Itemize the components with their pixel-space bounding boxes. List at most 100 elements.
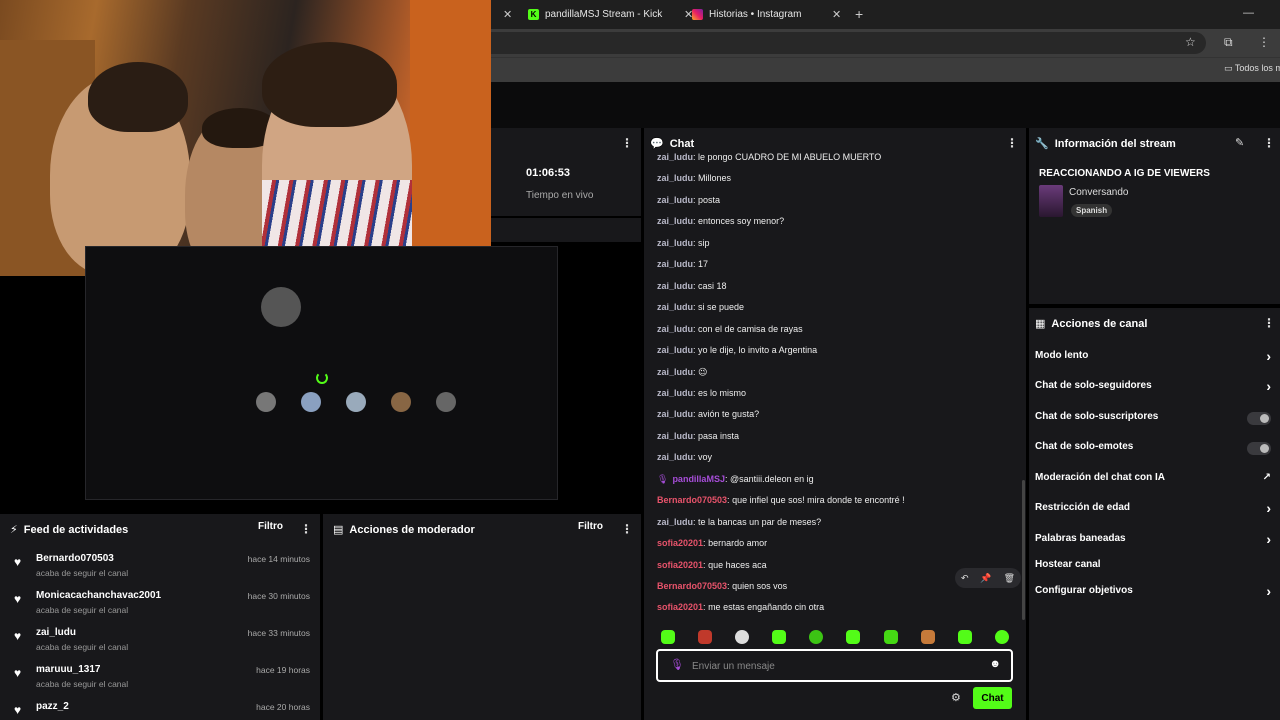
stream-category[interactable]: Conversando [1069,187,1128,198]
emote-icon[interactable] [995,630,1009,644]
chat-username[interactable]: zai_ludu [657,281,693,291]
chat-message: zai_ludu: avión te gusta? [657,409,759,419]
bookmark-star-icon[interactable]: ☆ [1185,35,1196,49]
action-host-channel[interactable]: Hostear canal [1035,559,1275,577]
minimize-icon[interactable]: — [1243,7,1254,19]
chat-message: zai_ludu: pasa insta [657,431,739,441]
chat-username[interactable]: zai_ludu [657,409,693,419]
emote-icon[interactable] [921,630,935,644]
chat-message-list[interactable]: zai_ludu: le pongo CUADRO DE MI ABUELO M… [657,152,1017,616]
chat-username[interactable]: zai_ludu [657,152,693,162]
more-options-icon[interactable]: ⋮ [621,522,633,536]
emote-icon[interactable] [958,630,972,644]
chat-text: 17 [698,259,709,270]
chat-username[interactable]: sofia20201 [657,602,703,612]
feed-item: ♥ zai_ludu acaba de seguir el canal hace… [14,627,314,661]
chat-username[interactable]: zai_ludu [657,195,693,205]
activity-feed-panel: ⚡ Feed de actividades Filtro ⋮ ♥ Bernard… [0,514,320,720]
feed-user[interactable]: Bernardo070503 [36,553,114,564]
chat-username[interactable]: zai_ludu [657,345,693,355]
feed-user[interactable]: Monicacachanchavac2001 [36,590,161,601]
more-options-icon[interactable]: ⋮ [1263,316,1275,330]
chat-username[interactable]: pandillaMSJ [672,474,725,484]
chat-input-box[interactable]: 🎙 ☻ [656,649,1013,682]
extensions-icon[interactable]: ⧉ [1224,35,1233,50]
emote-icon[interactable] [735,630,749,644]
chat-username[interactable]: zai_ludu [657,367,693,377]
chat-text: te la bancas un par de meses? [698,516,822,527]
close-tab-icon[interactable]: ✕ [503,8,512,21]
bookmarks-folder[interactable]: ▭ Todos los m [1224,63,1280,74]
chat-username[interactable]: Bernardo070503 [657,495,727,505]
tab-kick-dashboard[interactable]: K pandillaMSJ Stream - Kick Dash [528,0,688,29]
chat-username[interactable]: Bernardo070503 [657,581,727,591]
close-tab-icon[interactable]: ✕ [832,8,841,21]
menu-icon[interactable]: ⋮ [1258,35,1270,49]
chat-username[interactable]: zai_ludu [657,431,693,441]
emote-icon[interactable] [809,630,823,644]
external-link-icon: ↗ [1262,472,1271,483]
chat-username[interactable]: sofia20201 [657,560,703,570]
channel-actions-header: ▦ Acciones de canal [1035,317,1147,331]
delete-icon[interactable]: 🗑 [1004,573,1015,584]
chat-send-button[interactable]: Chat [973,687,1012,709]
chat-username[interactable]: zai_ludu [657,259,693,269]
chat-scrollbar[interactable] [1022,480,1025,620]
mod-actions-title: Acciones de moderador [349,523,475,536]
action-ai-moderation[interactable]: Moderación del chat con IA ↗ [1035,472,1275,490]
chat-text: avión te gusta? [698,409,760,420]
emote-icon[interactable] [661,630,675,644]
stream-info-header: 🔧 Información del stream [1035,137,1176,151]
chat-username[interactable]: zai_ludu [657,238,693,248]
orange-wall [410,0,491,276]
chat-username[interactable]: sofia20201 [657,538,703,548]
chat-message: zai_ludu: voy [657,452,712,462]
preview-story [391,392,411,412]
message-actions: ↶ 📌 🗑 [955,568,1021,588]
activity-filter-button[interactable]: Filtro [258,521,283,532]
action-label: Palabras baneadas [1035,533,1126,544]
action-slow-mode[interactable]: Modo lento › [1035,348,1275,368]
chat-message-input[interactable] [692,658,972,674]
tab-instagram[interactable]: Historias • Instagram [692,0,842,29]
chat-message: zai_ludu: sip [657,238,710,248]
chat-username[interactable]: zai_ludu [657,517,693,527]
pin-icon[interactable]: 📌 [980,573,991,584]
mod-filter-button[interactable]: Filtro [578,521,603,532]
address-input[interactable] [491,32,1206,54]
more-options-icon[interactable]: ⋮ [1263,136,1275,150]
action-followers-only[interactable]: Chat de solo-seguidores › [1035,378,1275,398]
more-options-icon[interactable]: ⋮ [300,522,312,536]
emote-icon[interactable] [884,630,898,644]
chat-username[interactable]: zai_ludu [657,452,693,462]
chat-username[interactable]: zai_ludu [657,173,693,183]
action-configure-goals[interactable]: Configurar objetivos › [1035,583,1275,603]
action-banned-words[interactable]: Palabras baneadas › [1035,531,1275,551]
chat-bubble-icon: 💬 [650,138,664,150]
chat-username[interactable]: zai_ludu [657,324,693,334]
emote-icon[interactable] [846,630,860,644]
chat-text: pasa insta [698,430,740,441]
chat-username[interactable]: zai_ludu [657,302,693,312]
action-age-restriction[interactable]: Restricción de edad › [1035,500,1275,520]
more-options-icon[interactable]: ⋮ [621,136,633,150]
shield-icon: ▦ [1035,318,1046,330]
more-options-icon[interactable]: ⋮ [1006,136,1018,150]
feed-user[interactable]: pazz_2 [36,701,69,712]
chat-text: que haces aca [708,559,767,570]
emote-icon[interactable] [772,630,786,644]
chat-username[interactable]: zai_ludu [657,216,693,226]
emote-icon[interactable] [698,630,712,644]
subscribers-only-toggle[interactable] [1247,412,1271,425]
emotes-only-toggle[interactable] [1247,442,1271,455]
feed-user[interactable]: maruuu_1317 [36,664,100,675]
feed-user[interactable]: zai_ludu [36,627,76,638]
emoji-picker-icon[interactable]: ☻ [989,658,1001,670]
chat-settings-gear-icon[interactable]: ⚙ [951,691,961,704]
chat-username[interactable]: zai_ludu [657,388,693,398]
chat-text: con el de camisa de rayas [698,323,803,334]
edit-pencil-icon[interactable]: ✎ [1235,136,1244,149]
undo-icon[interactable]: ↶ [961,573,969,584]
new-tab-icon[interactable]: + [855,6,863,22]
heart-icon: ♥ [14,629,22,643]
